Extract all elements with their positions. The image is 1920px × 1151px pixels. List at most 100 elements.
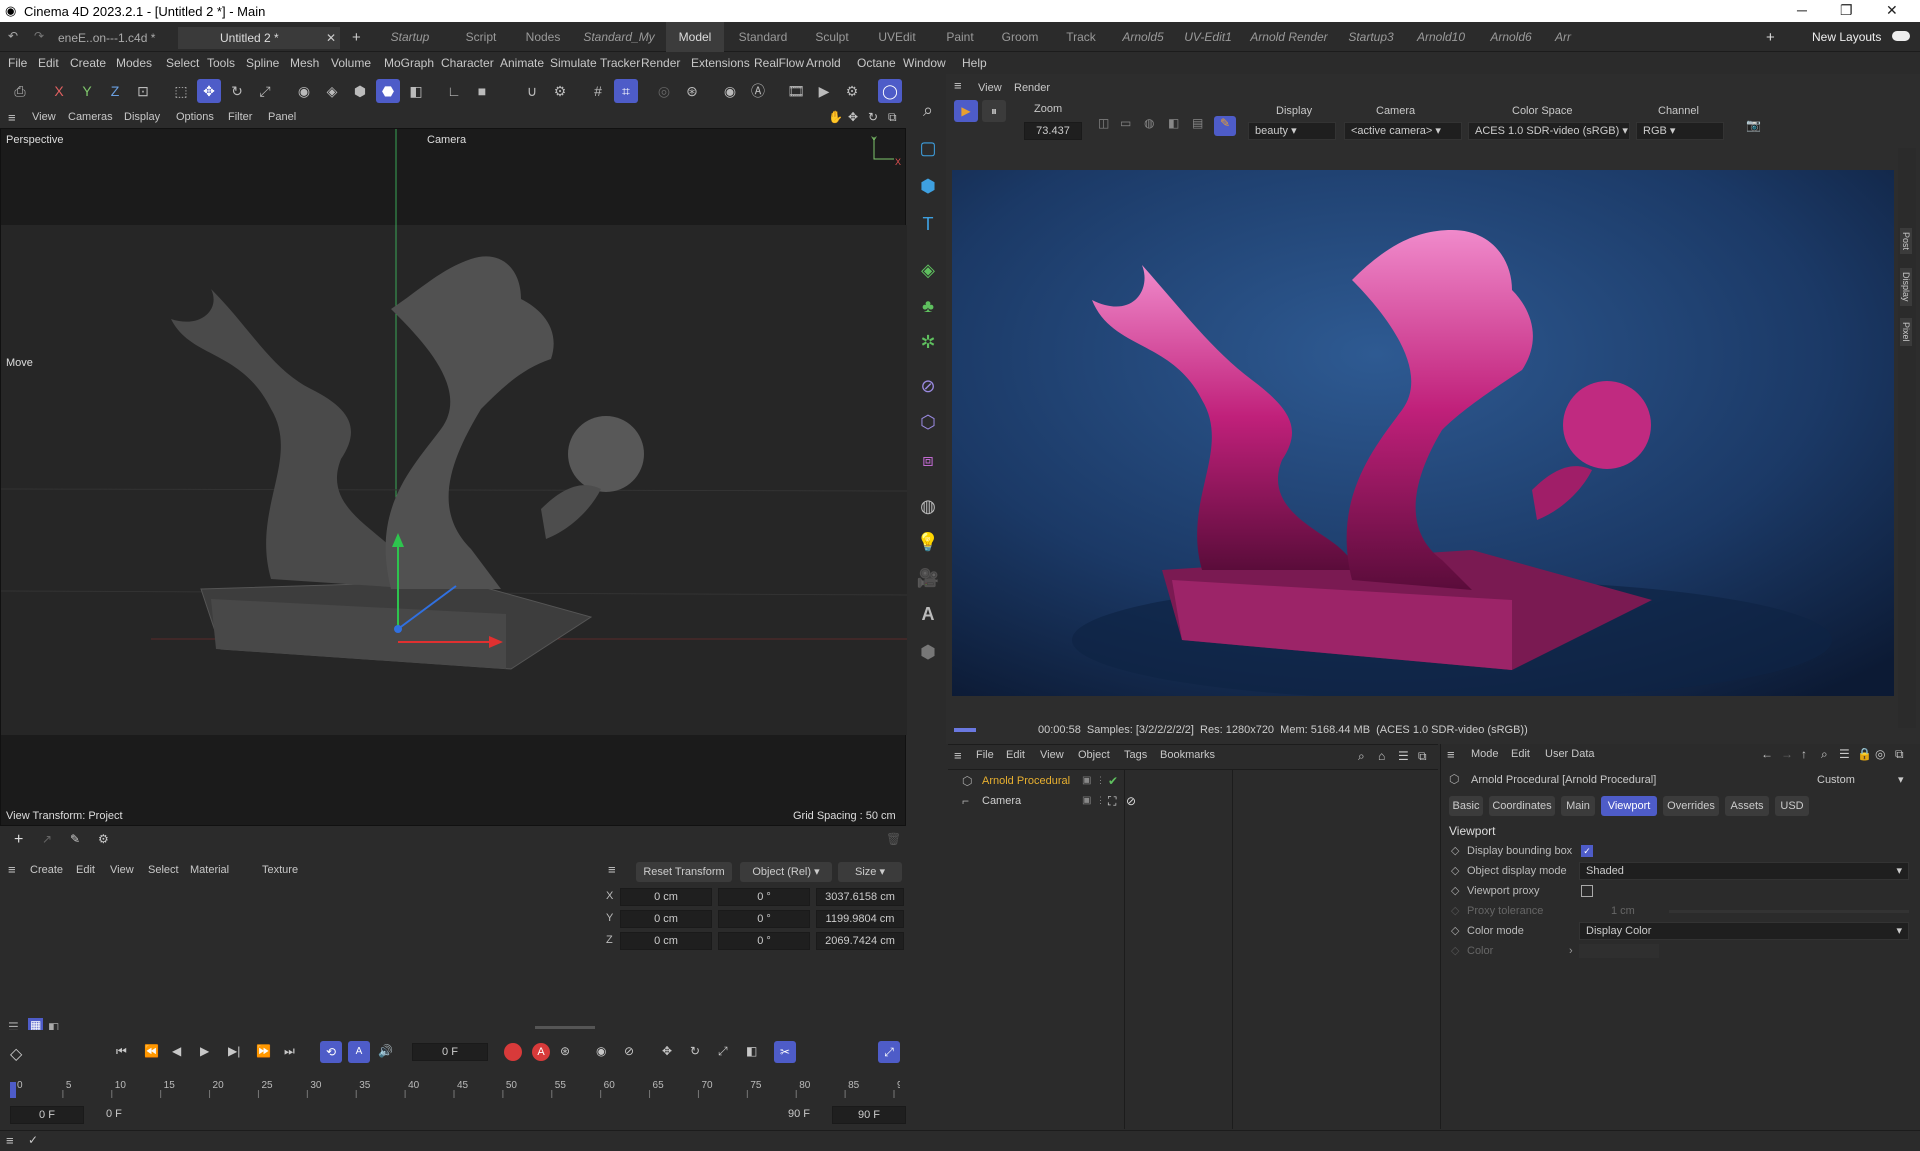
- layout-tab-8[interactable]: Paint: [932, 22, 988, 52]
- filter-icon[interactable]: ☰: [1839, 747, 1850, 761]
- mograph-cloner-icon[interactable]: ♣: [914, 292, 942, 320]
- layout-tab-1[interactable]: Script: [452, 22, 510, 52]
- dragon-model[interactable]: [171, 256, 644, 670]
- move-tool-icon[interactable]: ✥: [197, 79, 221, 103]
- eye-icon[interactable]: ◉: [718, 79, 742, 103]
- workplane-grid-icon[interactable]: ⌗: [614, 79, 638, 103]
- keyframe-diamond-icon[interactable]: ◇: [1451, 924, 1459, 937]
- edges-mode-icon[interactable]: ◈: [320, 79, 344, 103]
- layout-tab-3[interactable]: Standard_My: [576, 22, 662, 52]
- gizmo-center[interactable]: [394, 625, 402, 633]
- layout-tab-6[interactable]: Sculpt: [802, 22, 862, 52]
- layer-icon[interactable]: ▣: [1082, 775, 1091, 786]
- forward-arrow-icon[interactable]: →: [1781, 747, 1793, 761]
- attr-tab-basic[interactable]: Basic: [1449, 796, 1483, 816]
- rectangle-icon[interactable]: ▢: [914, 134, 942, 162]
- coord-mode-dropdown[interactable]: Object (Rel) ▾: [740, 862, 832, 882]
- prev-key-icon[interactable]: ⏪: [144, 1044, 159, 1058]
- position-field[interactable]: 0 cm: [620, 932, 712, 950]
- solo-icon[interactable]: ■: [470, 79, 494, 103]
- material-menu-view[interactable]: View: [110, 864, 134, 876]
- color-swatch[interactable]: [1579, 944, 1659, 958]
- maximize-button[interactable]: ❐: [1840, 2, 1853, 19]
- menu-simulate[interactable]: Simulate: [550, 56, 597, 70]
- material-menu-texture[interactable]: Texture: [262, 864, 298, 876]
- arrow-tool-icon[interactable]: ↗: [42, 832, 52, 846]
- channel-dropdown[interactable]: RGB ▾: [1636, 122, 1724, 140]
- color-space-dropdown[interactable]: ACES 1.0 SDR-video (sRGB) ▾: [1468, 122, 1630, 140]
- attr-menu-user-data[interactable]: User Data: [1545, 748, 1595, 760]
- layout-tab-7[interactable]: UVEdit: [866, 22, 928, 52]
- enabled-check-icon[interactable]: ✔: [1108, 774, 1118, 788]
- workplane-icon[interactable]: ∟: [442, 79, 466, 103]
- texture-mode-icon[interactable]: ◧: [404, 79, 428, 103]
- layer-icon[interactable]: ▣: [1082, 795, 1091, 806]
- axis-y-lock[interactable]: Y: [75, 79, 99, 103]
- objmgr-menu-object[interactable]: Object: [1078, 749, 1110, 761]
- polygons-mode-icon[interactable]: ⬢: [348, 79, 372, 103]
- menu-extensions[interactable]: Extensions: [691, 56, 750, 70]
- position-key-icon[interactable]: ✥: [662, 1044, 672, 1058]
- render-view-icon[interactable]: 🎞: [784, 79, 808, 103]
- new-window-icon[interactable]: ⧉: [1895, 747, 1904, 762]
- layout-tab-4[interactable]: Model: [666, 22, 724, 52]
- menu-volume[interactable]: Volume: [331, 56, 371, 70]
- coordinate-system-icon[interactable]: ⊡: [131, 79, 155, 103]
- attr-dropdown-4[interactable]: Display Color ▾: [1579, 922, 1909, 940]
- viewport-menu-panel[interactable]: Panel: [268, 111, 296, 123]
- field-icon[interactable]: ⬡: [914, 408, 942, 436]
- render-view-hamburger-icon[interactable]: ≡: [954, 78, 962, 93]
- minimize-button[interactable]: ─: [1797, 2, 1807, 18]
- keyframe-icon[interactable]: ◇: [10, 1044, 22, 1064]
- snapshot-camera-icon[interactable]: 📷: [1746, 118, 1761, 132]
- layout-tab-10[interactable]: Track: [1052, 22, 1110, 52]
- timeline-graph-icon[interactable]: ⤢: [878, 1041, 900, 1063]
- menu-render[interactable]: Render: [641, 56, 680, 70]
- new-window-icon[interactable]: ⧉: [1418, 749, 1427, 764]
- objmgr-menu-bookmarks[interactable]: Bookmarks: [1160, 749, 1215, 761]
- param-key-icon[interactable]: ◧: [746, 1044, 757, 1058]
- next-key-icon[interactable]: ⏩: [256, 1044, 271, 1058]
- layout-tab-0[interactable]: Startup: [372, 22, 448, 52]
- settings-gear-icon[interactable]: ⚙: [98, 832, 109, 846]
- auto-keying-icon[interactable]: A: [348, 1041, 370, 1063]
- eyedropper-icon[interactable]: ✎: [70, 832, 80, 846]
- up-arrow-icon[interactable]: ↑: [1801, 747, 1807, 761]
- objmgr-hamburger-icon[interactable]: ≡: [954, 748, 962, 763]
- rotation-field[interactable]: 0 °: [718, 932, 810, 950]
- add-layout-button[interactable]: +: [1766, 29, 1775, 46]
- object-row-camera[interactable]: ⌐ Camera ▣ ⋮ ⛶ ⊘: [948, 793, 1438, 811]
- material-menu-create[interactable]: Create: [30, 864, 63, 876]
- lock-icon[interactable]: 🔒: [1857, 747, 1872, 761]
- scale-tool-icon[interactable]: ⤢: [253, 79, 277, 103]
- next-frame-icon[interactable]: ▶|: [228, 1044, 240, 1058]
- new-tab-button[interactable]: +: [352, 27, 361, 49]
- menu-arnold[interactable]: Arnold: [806, 56, 841, 70]
- playhead[interactable]: [10, 1082, 16, 1098]
- select-tool-icon[interactable]: ⬚: [169, 79, 193, 103]
- attr-tab-coordinates[interactable]: Coordinates: [1489, 796, 1555, 816]
- rotation-key-icon[interactable]: ↻: [690, 1044, 700, 1058]
- material-menu-material[interactable]: Material: [190, 864, 229, 876]
- render-region-icon[interactable]: ◎: [652, 79, 676, 103]
- menu-modes[interactable]: Modes: [116, 56, 152, 70]
- point-level-icon[interactable]: ✂: [774, 1041, 796, 1063]
- add-icon[interactable]: +: [14, 831, 23, 849]
- layout-tab-2[interactable]: Nodes: [514, 22, 572, 52]
- settings-icon[interactable]: ◎: [1875, 747, 1885, 761]
- go-to-end-icon[interactable]: ⏭: [284, 1044, 295, 1059]
- axis-x-lock[interactable]: X: [47, 79, 71, 103]
- rotation-field[interactable]: 0 °: [718, 910, 810, 928]
- attr-tab-usd[interactable]: USD: [1775, 796, 1809, 816]
- material-size-slider[interactable]: [535, 1026, 595, 1029]
- zoom-field[interactable]: 73.437: [1024, 122, 1082, 140]
- attr-tab-viewport[interactable]: Viewport: [1601, 796, 1657, 816]
- interactive-render-icon[interactable]: ◯: [878, 79, 902, 103]
- camera-target-tag-icon[interactable]: ⛶: [1108, 794, 1116, 809]
- close-tab-icon[interactable]: ✕: [326, 27, 336, 49]
- camera-dropdown[interactable]: <active camera> ▾: [1344, 122, 1462, 140]
- filter-icon[interactable]: ☰: [1398, 749, 1409, 763]
- layout-tab-15[interactable]: Arnold10: [1408, 22, 1474, 52]
- cube-icon[interactable]: ⬢: [914, 172, 942, 200]
- viewport-3d[interactable]: Perspective Camera Move Y X View Transfo…: [0, 128, 907, 826]
